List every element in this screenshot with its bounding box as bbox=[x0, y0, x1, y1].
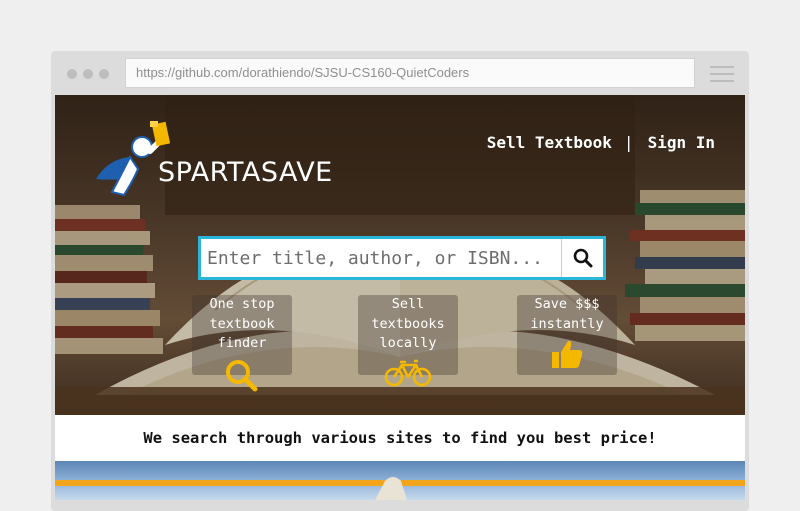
sign-in-link[interactable]: Sign In bbox=[648, 133, 715, 152]
thumbs-up-icon bbox=[552, 340, 583, 368]
next-section-preview bbox=[55, 461, 745, 500]
feature-line: textbook bbox=[209, 315, 275, 332]
tagline: We search through various sites to find … bbox=[55, 415, 745, 461]
search-bar bbox=[198, 236, 606, 280]
brand-name[interactable]: SPARTASAVE bbox=[158, 157, 333, 188]
feature-line: Sell bbox=[391, 296, 425, 312]
search-icon bbox=[573, 248, 592, 268]
feature-sell-locally: Sell textbooks locally bbox=[358, 295, 458, 388]
sky-figure-image bbox=[375, 477, 407, 500]
feature-line: Save $$$ bbox=[534, 296, 600, 312]
window-controls bbox=[67, 69, 109, 79]
top-navigation: Sell Textbook | Sign In bbox=[487, 133, 715, 152]
feature-line: finder bbox=[217, 335, 267, 351]
sell-textbook-link[interactable]: Sell Textbook bbox=[487, 133, 612, 152]
web-page: SPARTASAVE Sell Textbook | Sign In One s… bbox=[55, 95, 745, 500]
feature-line: textbooks bbox=[371, 315, 445, 332]
window-dot-minimize[interactable] bbox=[83, 69, 93, 79]
window-dot-close[interactable] bbox=[67, 69, 77, 79]
feature-line: One stop bbox=[209, 296, 275, 312]
hero-section: SPARTASAVE Sell Textbook | Sign In One s… bbox=[55, 95, 745, 415]
window-dot-maximize[interactable] bbox=[99, 69, 109, 79]
bicycle-icon bbox=[384, 359, 432, 386]
address-bar[interactable]: https://github.com/dorathiendo/SJSU-CS16… bbox=[125, 58, 695, 88]
feature-line: instantly bbox=[530, 315, 604, 332]
feature-line: locally bbox=[379, 335, 437, 351]
magnifier-icon bbox=[226, 359, 258, 391]
search-input[interactable] bbox=[201, 239, 561, 277]
nav-separator: | bbox=[623, 133, 634, 152]
hamburger-menu-icon[interactable] bbox=[710, 66, 734, 82]
search-button[interactable] bbox=[561, 239, 603, 277]
feature-textbook-finder: One stop textbook finder bbox=[192, 295, 292, 394]
feature-save-money: Save $$$ instantly bbox=[517, 295, 617, 375]
